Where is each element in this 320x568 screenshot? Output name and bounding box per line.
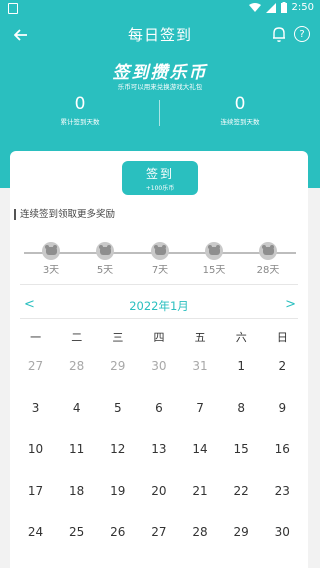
- weekday-label: 五: [194, 331, 206, 344]
- calendar-week-row: 24 25 26 27 28 29 30: [15, 523, 303, 565]
- calendar-month: 2022年1月: [129, 299, 189, 313]
- weekday-label: 二: [71, 331, 83, 344]
- weekday-label: 日: [276, 331, 288, 344]
- calendar-day[interactable]: 8: [221, 399, 262, 441]
- reward-coin-icon: [205, 242, 223, 260]
- calendar-day[interactable]: 29: [221, 523, 262, 565]
- app-bar: 每日签到 ?: [0, 18, 320, 52]
- calendar-day[interactable]: 12: [97, 440, 138, 482]
- signin-button[interactable]: 签到 +100乐币: [122, 161, 198, 195]
- weekday-label: 六: [235, 331, 247, 344]
- reward-coin-icon: [96, 242, 114, 260]
- stat-streak-days: 0 连续签到天数: [160, 94, 320, 126]
- calendar-day[interactable]: 25: [56, 523, 97, 565]
- calendar-day[interactable]: 29: [97, 357, 138, 399]
- weekday-label: 三: [112, 331, 124, 344]
- calendar-day[interactable]: 2: [262, 357, 303, 399]
- calendar-day[interactable]: 16: [262, 440, 303, 482]
- calendar-day[interactable]: 5: [97, 399, 138, 441]
- calendar-day[interactable]: 27: [138, 523, 179, 565]
- calendar-week-row: 10 11 12 13 14 15 16: [15, 440, 303, 482]
- reward-coin-icon: [259, 242, 277, 260]
- calendar-day[interactable]: 22: [221, 482, 262, 524]
- calendar-day[interactable]: 14: [180, 440, 221, 482]
- divider: [20, 284, 298, 285]
- battery-icon: [280, 2, 287, 13]
- calendar-day[interactable]: 21: [180, 482, 221, 524]
- stat-streak-label: 连续签到天数: [220, 118, 260, 126]
- calendar-day[interactable]: 30: [138, 357, 179, 399]
- signin-card: 签到 +100乐币 连续签到领取更多奖励 3天 5天 7天 15天 28天 < …: [10, 151, 308, 568]
- calendar-day[interactable]: 19: [97, 482, 138, 524]
- reward-coin-icon: [151, 242, 169, 260]
- weekday-label: 四: [153, 331, 165, 344]
- weekday-label: 一: [30, 331, 42, 344]
- streak-title: 连续签到领取更多奖励: [14, 209, 115, 220]
- stat-streak-value: 0: [234, 94, 246, 114]
- calendar-day[interactable]: 17: [15, 482, 56, 524]
- calendar-grid: 27 28 29 30 31 1 2 3 4 5 6 7 8 9 10 11 12 13 14 15 16 17 18 19 2…: [15, 357, 303, 565]
- calendar-day[interactable]: 18: [56, 482, 97, 524]
- streak-milestone[interactable]: 7天: [140, 242, 180, 276]
- calendar-day[interactable]: 6: [138, 399, 179, 441]
- calendar-day[interactable]: 7: [180, 399, 221, 441]
- weekday-row: 一 二 三 四 五 六 日: [15, 329, 303, 345]
- streak-milestone-label: 3天: [42, 265, 60, 276]
- calendar-day[interactable]: 10: [15, 440, 56, 482]
- calendar-day[interactable]: 11: [56, 440, 97, 482]
- streak-milestone-label: 7天: [151, 265, 169, 276]
- streak-milestone-label: 15天: [202, 265, 226, 276]
- reward-coin-icon: [42, 242, 60, 260]
- calendar-week-row: 3456789: [15, 399, 303, 441]
- divider: [20, 318, 298, 319]
- stat-total-value: 0: [74, 94, 86, 114]
- calendar-week-row: 17 18 19 20 21 22 23: [15, 482, 303, 524]
- calendar-week-row: 27 28 29 30 31 1 2: [15, 357, 303, 399]
- streak-milestone[interactable]: 5天: [85, 242, 125, 276]
- stat-total-label: 累计签到天数: [60, 118, 100, 126]
- calendar-day[interactable]: 3: [15, 399, 56, 441]
- calendar-day[interactable]: 13: [138, 440, 179, 482]
- calendar-day[interactable]: 26: [97, 523, 138, 565]
- calendar-day[interactable]: 28: [180, 523, 221, 565]
- calendar-day[interactable]: 15: [221, 440, 262, 482]
- calendar-day[interactable]: 28: [56, 357, 97, 399]
- status-bar: 2:50: [0, 0, 320, 18]
- help-icon[interactable]: ?: [294, 26, 310, 42]
- status-indicators: 2:50: [248, 2, 314, 13]
- calendar-day[interactable]: 1: [221, 357, 262, 399]
- signin-button-label: 签到: [145, 167, 174, 181]
- calendar-day[interactable]: 23: [262, 482, 303, 524]
- calendar-day[interactable]: 20: [138, 482, 179, 524]
- streak-milestone[interactable]: 28天: [248, 242, 288, 276]
- notification-icon: [8, 3, 18, 14]
- streak-milestone[interactable]: 3天: [31, 242, 71, 276]
- status-time: 2:50: [291, 2, 314, 13]
- streak-milestone[interactable]: 15天: [194, 242, 234, 276]
- bell-icon[interactable]: [272, 26, 288, 44]
- calendar-header: < 2022年1月 >: [10, 297, 308, 315]
- signal-icon: [265, 2, 276, 13]
- streak-milestone-label: 5天: [96, 265, 114, 276]
- banner-subslogan: 乐币可以用来兑换游戏大礼包: [117, 83, 203, 91]
- next-month-button[interactable]: >: [285, 297, 296, 312]
- calendar-day[interactable]: 9: [262, 399, 303, 441]
- calendar-day[interactable]: 4: [56, 399, 97, 441]
- signin-reward: +100乐币: [145, 185, 175, 192]
- calendar-day[interactable]: 31: [180, 357, 221, 399]
- banner-slogan: 签到攒乐币: [112, 63, 208, 83]
- stat-total-days: 0 累计签到天数: [0, 94, 160, 126]
- calendar-day[interactable]: 30: [262, 523, 303, 565]
- calendar-day[interactable]: 24: [15, 523, 56, 565]
- calendar-day[interactable]: 27: [15, 357, 56, 399]
- wifi-icon: [248, 2, 261, 12]
- streak-milestone-label: 28天: [256, 265, 280, 276]
